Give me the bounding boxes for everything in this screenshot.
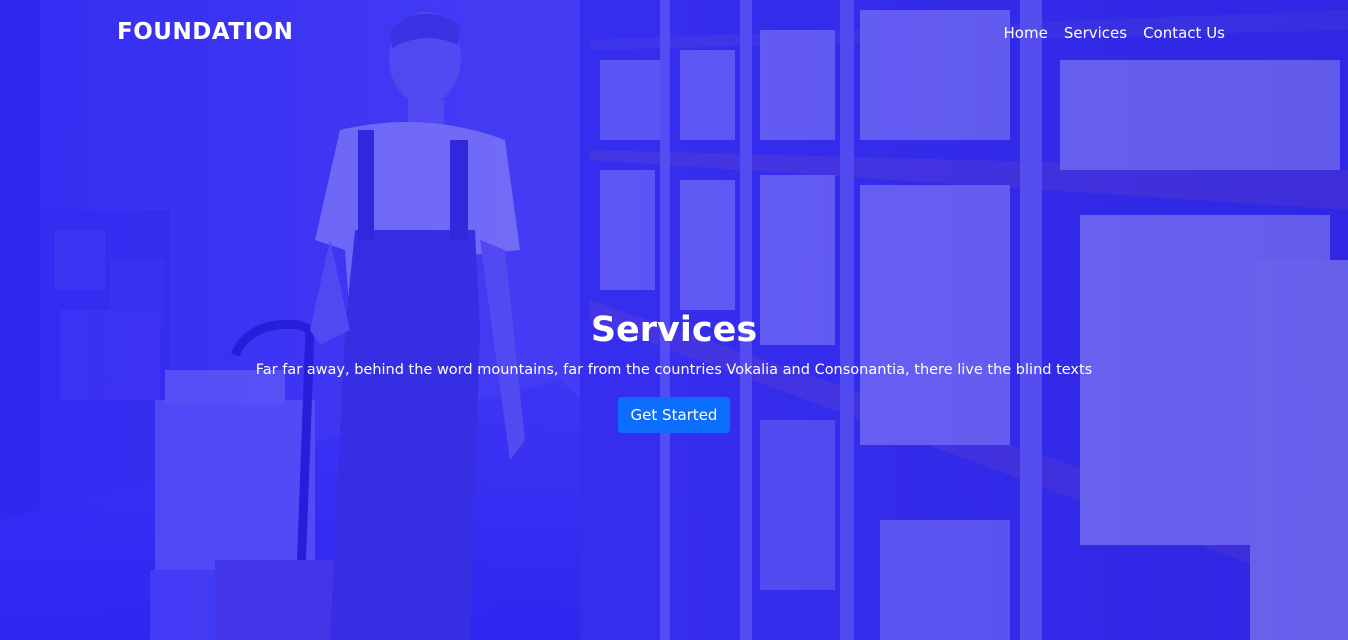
page-title: Services <box>590 310 758 350</box>
hero-content: Services Far far away, behind the word m… <box>0 308 1348 433</box>
nav-link-home[interactable]: Home <box>1004 24 1048 42</box>
nav-link-services[interactable]: Services <box>1064 24 1127 42</box>
nav-links: Home Services Contact Us <box>1004 24 1225 42</box>
navbar: FOUNDATION Home Services Contact Us <box>0 0 1348 68</box>
hero-section: FOUNDATION Home Services Contact Us Serv… <box>0 0 1348 640</box>
brand-logo[interactable]: FOUNDATION <box>117 19 293 45</box>
nav-link-contact-us[interactable]: Contact Us <box>1143 24 1225 42</box>
get-started-button[interactable]: Get Started <box>617 397 731 433</box>
hero-subtitle: Far far away, behind the word mountains,… <box>255 362 1093 378</box>
